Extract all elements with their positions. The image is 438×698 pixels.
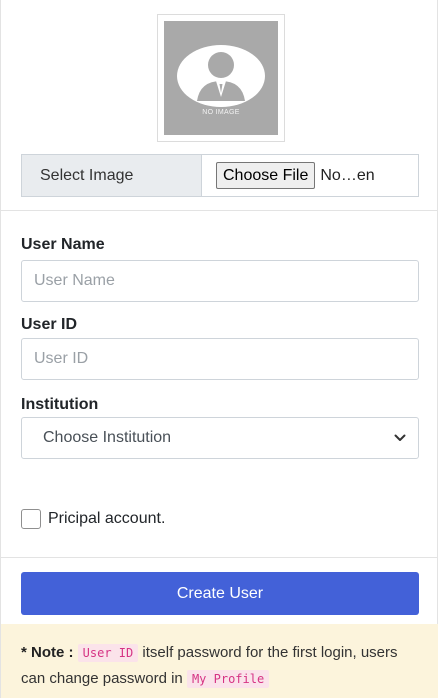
create-user-button[interactable]: Create User: [21, 572, 419, 615]
file-input[interactable]: Choose File No…en: [202, 155, 418, 196]
institution-select[interactable]: Choose Institution: [21, 417, 419, 459]
select-image-label: Select Image: [22, 155, 202, 196]
no-image-text: NO IMAGE: [202, 109, 240, 116]
file-status-text: No…en: [320, 166, 375, 184]
avatar-frame: NO IMAGE: [157, 14, 285, 142]
user-id-input[interactable]: [21, 338, 419, 380]
user-silhouette-icon: [177, 45, 265, 107]
create-user-card: NO IMAGE Select Image Choose File No…en …: [0, 0, 438, 698]
choose-file-button[interactable]: Choose File: [216, 162, 316, 189]
note-code-user-id: User ID: [77, 644, 139, 662]
principal-account-label: Pricipal account.: [48, 510, 166, 527]
note-prefix: * Note :: [21, 644, 74, 661]
user-id-label: User ID: [21, 316, 78, 333]
principal-account-option[interactable]: Pricipal account.: [21, 509, 165, 529]
user-name-label: User Name: [21, 236, 105, 253]
section-divider: [1, 210, 438, 211]
chevron-down-icon: [394, 434, 406, 441]
password-note: * Note : User ID itself password for the…: [1, 624, 438, 698]
note-code-my-profile: My Profile: [186, 670, 270, 688]
image-file-input-group: Select Image Choose File No…en: [21, 154, 419, 197]
avatar-placeholder-image: NO IMAGE: [164, 21, 278, 135]
institution-selected-value: Choose Institution: [43, 429, 172, 446]
principal-account-checkbox[interactable]: [21, 509, 41, 529]
section-divider: [1, 557, 438, 558]
user-name-input[interactable]: [21, 260, 419, 302]
institution-label: Institution: [21, 396, 99, 413]
